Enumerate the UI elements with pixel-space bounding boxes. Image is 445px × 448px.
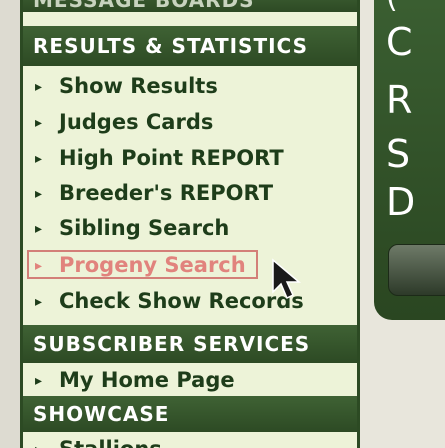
- menu-item-label: Stallions: [59, 437, 162, 448]
- menu-item-high-point-report[interactable]: ▸ High Point REPORT: [23, 142, 357, 174]
- triangle-right-icon: ▸: [35, 186, 43, 202]
- hover-highlight-box: [27, 250, 258, 279]
- menu-item-label: Show Results: [59, 74, 218, 98]
- mouse-cursor-icon: [272, 258, 302, 300]
- triangle-right-icon: ▸: [35, 373, 43, 389]
- right-info-panel: ( C R S D: [374, 0, 445, 320]
- menu-item-sibling-search[interactable]: ▸ Sibling Search: [23, 212, 357, 244]
- triangle-right-icon: ▸: [35, 79, 43, 95]
- menu-item-label: Check Show Records: [59, 289, 304, 313]
- right-panel-line-1: C: [386, 20, 413, 64]
- right-panel-top-fragment: (: [386, 0, 398, 20]
- menu-item-label: High Point REPORT: [59, 146, 284, 170]
- right-panel-line-4: D: [386, 180, 416, 224]
- menu-item-label: Judges Cards: [59, 110, 214, 134]
- triangle-right-icon: ▸: [35, 294, 43, 310]
- menu-item-judges-cards[interactable]: ▸ Judges Cards: [23, 106, 357, 138]
- triangle-right-icon: ▸: [35, 115, 43, 131]
- triangle-right-icon: ▸: [35, 221, 43, 237]
- menu-item-label: Breeder's REPORT: [59, 181, 274, 205]
- sidebar-menu: MESSAGE BOARDS RESULTS & STATISTICS ▸ Sho…: [20, 0, 360, 448]
- right-panel-line-3: S: [386, 132, 411, 176]
- triangle-right-icon: ▸: [35, 434, 59, 448]
- menu-item-breeders-report[interactable]: ▸ Breeder's REPORT: [23, 177, 357, 209]
- menu-item-show-results[interactable]: ▸ Show Results: [23, 70, 357, 102]
- section-header-subscriber-services: SUBSCRIBER SERVICES: [23, 325, 357, 363]
- right-panel-button[interactable]: [388, 244, 445, 296]
- menu-item-label: Sibling Search: [59, 216, 230, 240]
- menu-item-check-show-records[interactable]: ▸ Check Show Records: [23, 285, 357, 317]
- menu-item-progeny-search[interactable]: ▸ Progeny Search: [23, 249, 357, 281]
- section-header-results: RESULTS & STATISTICS: [23, 26, 357, 66]
- section-header-message-boards[interactable]: MESSAGE BOARDS: [23, 0, 357, 12]
- menu-item-label: My Home Page: [59, 368, 235, 392]
- menu-item-stallions[interactable]: ▸Stallions: [23, 433, 357, 448]
- triangle-right-icon: ▸: [35, 151, 43, 167]
- menu-item-my-home-page[interactable]: ▸ My Home Page: [23, 364, 357, 396]
- section-header-showcase: SHOWCASE: [23, 396, 357, 432]
- right-panel-line-2: R: [386, 78, 413, 122]
